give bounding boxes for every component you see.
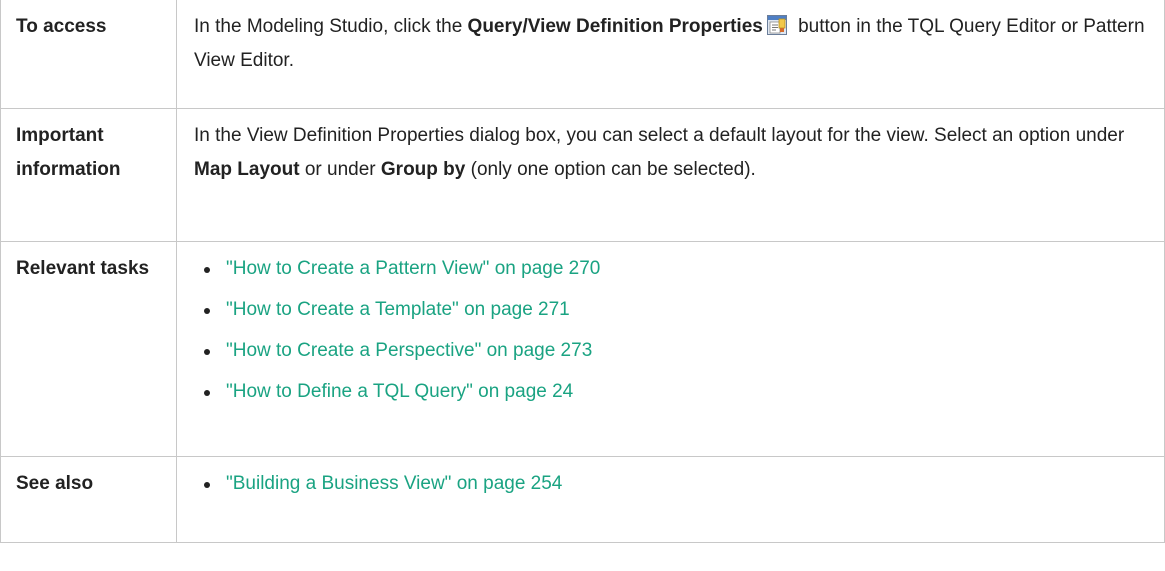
link-create-pattern-view[interactable]: "How to Create a Pattern View" on page 2… [226, 258, 600, 279]
row-relevant-tasks: Relevant tasks "How to Create a Pattern … [0, 241, 1165, 457]
see-also-list: "Building a Business View" on page 254 [194, 470, 1154, 498]
content-important-information: In the View Definition Properties dialog… [176, 108, 1165, 242]
label-see-also: See also [0, 456, 177, 543]
label-to-access: To access [0, 0, 177, 109]
access-text-1: In the Modeling Studio, click the [194, 16, 468, 37]
properties-icon [766, 13, 787, 35]
list-item: "How to Create a Template" on page 271 [194, 296, 1154, 324]
reference-table: To access In the Modeling Studio, click … [0, 0, 1165, 543]
bullet-icon [204, 482, 210, 488]
list-item: "How to Create a Perspective" on page 27… [194, 337, 1154, 365]
bullet-icon [204, 349, 210, 355]
access-bold-1: Query/View Definition Properties [467, 16, 763, 37]
important-text-1: In the View Definition Properties dialog… [194, 125, 1125, 146]
important-bold-group-by: Group by [380, 159, 466, 180]
relevant-tasks-list: "How to Create a Pattern View" on page 2… [194, 255, 1154, 406]
link-building-business-view[interactable]: "Building a Business View" on page 254 [226, 473, 562, 494]
content-relevant-tasks: "How to Create a Pattern View" on page 2… [176, 241, 1165, 457]
label-relevant-tasks: Relevant tasks [0, 241, 177, 457]
link-create-perspective[interactable]: "How to Create a Perspective" on page 27… [226, 340, 592, 361]
content-to-access: In the Modeling Studio, click the Query/… [176, 0, 1165, 109]
bullet-icon [204, 267, 210, 273]
important-bold-map-layout: Map Layout [194, 159, 300, 180]
important-text-2: or under [299, 159, 381, 180]
bullet-icon [204, 308, 210, 314]
link-create-template[interactable]: "How to Create a Template" on page 271 [226, 299, 570, 320]
row-important-information: Important information In the View Defini… [0, 108, 1165, 242]
label-important-information: Important information [0, 108, 177, 242]
important-text-3: (only one option can be selected). [465, 159, 756, 180]
bullet-icon [204, 390, 210, 396]
list-item: "How to Create a Pattern View" on page 2… [194, 255, 1154, 283]
row-see-also: See also "Building a Business View" on p… [0, 456, 1165, 543]
link-define-tql-query[interactable]: "How to Define a TQL Query" on page 24 [226, 381, 573, 402]
row-to-access: To access In the Modeling Studio, click … [0, 0, 1165, 109]
list-item: "How to Define a TQL Query" on page 24 [194, 378, 1154, 406]
list-item: "Building a Business View" on page 254 [194, 470, 1154, 498]
content-see-also: "Building a Business View" on page 254 [176, 456, 1165, 543]
